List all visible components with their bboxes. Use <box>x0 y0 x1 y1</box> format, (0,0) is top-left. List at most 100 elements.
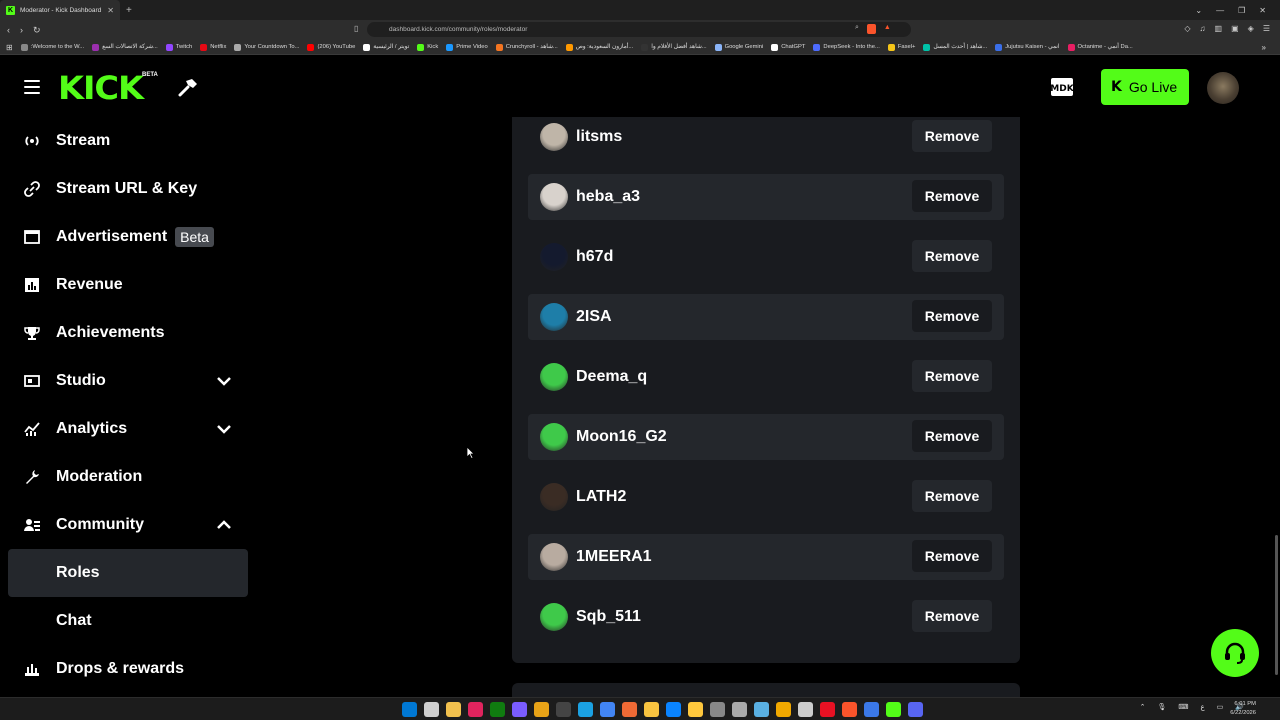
avatar[interactable] <box>540 543 568 571</box>
clock[interactable]: 6:01 PM 6/22/2026 <box>1230 700 1256 718</box>
username[interactable]: LATH2 <box>576 488 626 506</box>
tray-chevron-icon[interactable]: ⌃ <box>1140 703 1146 711</box>
reload-icon[interactable]: ↻ <box>33 25 41 36</box>
bookmark-item[interactable]: أمازون السعودية: وص... <box>565 43 633 51</box>
sidebar-item-advertisement[interactable]: Advertisement Beta <box>8 213 248 261</box>
brave-shields-icon[interactable] <box>866 24 876 34</box>
taskbar-app-icon[interactable] <box>402 702 417 717</box>
maximize-icon[interactable]: ❐ <box>1238 6 1245 15</box>
taskbar-app-icon[interactable] <box>908 702 923 717</box>
avatar[interactable] <box>540 423 568 451</box>
username[interactable]: Sqb_511 <box>576 608 641 626</box>
username[interactable]: 1MEERA1 <box>576 548 652 566</box>
avatar[interactable] <box>540 483 568 511</box>
sidebar-item-stream[interactable]: Stream <box>8 117 248 165</box>
bookmark-item[interactable]: :Welcome to the W... <box>20 43 84 51</box>
sidebar-item-drops-rewards[interactable]: Drops & rewards <box>8 645 248 693</box>
taskbar-app-icon[interactable] <box>490 702 505 717</box>
profile-avatar[interactable] <box>1207 72 1239 104</box>
bookmarks-overflow-icon[interactable]: » <box>1262 43 1266 52</box>
username[interactable]: h67d <box>576 248 613 266</box>
keyboard-icon[interactable]: ⌨ <box>1178 703 1188 711</box>
avatar[interactable] <box>540 183 568 211</box>
username[interactable]: 2ISA <box>576 308 612 326</box>
sidebar-item-moderation[interactable]: Moderation <box>8 453 248 501</box>
sidebar-item-stream-url-key[interactable]: Stream URL & Key <box>8 165 248 213</box>
microphone-icon[interactable]: 🎙 <box>1157 703 1166 711</box>
taskbar-app-icon[interactable] <box>688 702 703 717</box>
taskbar-app-icon[interactable] <box>644 702 659 717</box>
remove-button[interactable]: Remove <box>912 300 992 332</box>
sidebar-item-achievements[interactable]: Achievements <box>8 309 248 357</box>
sidebar-item-studio[interactable]: Studio <box>8 357 248 405</box>
sidebar-item-community[interactable]: Community <box>8 501 248 549</box>
bookmark-item[interactable]: Jujutsu Kaisen - انمي <box>995 43 1060 51</box>
tab-search-icon[interactable]: ⌄ <box>1195 6 1202 15</box>
username[interactable]: Deema_q <box>576 368 647 386</box>
hammer-icon[interactable] <box>178 78 198 98</box>
bookmark-item[interactable]: Fasel+ <box>887 43 915 51</box>
taskbar-app-icon[interactable] <box>776 702 791 717</box>
bookmark-item[interactable]: ChatGPT <box>771 43 805 51</box>
sidebar-item-chat[interactable]: Chat <box>8 597 248 645</box>
username[interactable]: Moon16_G2 <box>576 428 667 446</box>
bookmark-item[interactable]: شاهد | أحدث المسل... <box>923 43 987 51</box>
mdk-logo-icon[interactable]: MDK <box>1051 78 1073 96</box>
remove-button[interactable]: Remove <box>912 180 992 212</box>
username[interactable]: heba_a3 <box>576 188 640 206</box>
bookmark-item[interactable]: (206) YouTube <box>307 43 355 51</box>
vpn-icon[interactable]: ◈ <box>1248 24 1254 33</box>
extensions-icon[interactable]: ◇ <box>1184 24 1190 33</box>
bookmark-item[interactable]: Crunchyroll - شاهد... <box>495 43 558 51</box>
taskbar-app-icon[interactable] <box>446 702 461 717</box>
remove-button[interactable]: Remove <box>912 420 992 452</box>
remove-button[interactable]: Remove <box>912 360 992 392</box>
avatar[interactable] <box>540 243 568 271</box>
hamburger-icon[interactable] <box>24 80 40 94</box>
taskbar-app-icon[interactable] <box>512 702 527 717</box>
avatar[interactable] <box>540 363 568 391</box>
apps-grid-icon[interactable]: ⊞ <box>6 43 13 52</box>
bookmark-item[interactable]: Google Gemini <box>714 43 763 51</box>
taskbar-app-icon[interactable] <box>556 702 571 717</box>
url-field[interactable]: dashboard.kick.com/community/roles/moder… <box>367 22 911 37</box>
bookmark-item[interactable]: DeepSeek - Into the... <box>813 43 880 51</box>
remove-button[interactable]: Remove <box>912 600 992 632</box>
taskbar-app-icon[interactable] <box>468 702 483 717</box>
taskbar-app-icon[interactable] <box>666 702 681 717</box>
avatar[interactable] <box>540 303 568 331</box>
close-window-icon[interactable]: ✕ <box>1259 6 1266 15</box>
remove-button[interactable]: Remove <box>912 540 992 572</box>
media-icon[interactable]: ♫ <box>1200 24 1206 33</box>
bookmark-item[interactable]: تويتر / الرئيسية <box>363 43 409 51</box>
bookmark-item[interactable]: Octanime - أنمي Da... <box>1067 43 1133 51</box>
go-live-button[interactable]: K Go Live <box>1101 69 1189 105</box>
brave-rewards-icon[interactable]: ▲ <box>884 24 891 34</box>
taskbar-app-icon[interactable] <box>798 702 813 717</box>
bookmark-item[interactable]: Kick <box>417 43 438 51</box>
taskbar-app-icon[interactable] <box>886 702 901 717</box>
zoom-icon[interactable]: ⌕ <box>855 24 859 34</box>
kick-logo[interactable]: KICK <box>58 70 144 106</box>
bookmark-item[interactable]: Your Countdown To... <box>234 43 299 51</box>
bookmark-item[interactable]: شركة الاتصالات السع... <box>92 43 158 51</box>
taskbar-app-icon[interactable] <box>534 702 549 717</box>
browser-tab[interactable]: K Moderator - Kick Dashboard ✕ <box>0 0 120 20</box>
sidebar-icon[interactable]: ▥ <box>1215 24 1223 33</box>
sidebar-item-roles[interactable]: Roles <box>8 549 248 597</box>
chevron-up-icon[interactable] <box>216 517 232 538</box>
close-tab-icon[interactable]: ✕ <box>107 6 114 15</box>
scrollbar[interactable] <box>1275 535 1278 675</box>
bookmark-item[interactable]: Twitch <box>165 43 192 51</box>
language-indicator[interactable]: ع <box>1200 703 1204 711</box>
forward-icon[interactable]: › <box>20 25 23 36</box>
taskbar-app-icon[interactable] <box>578 702 593 717</box>
taskbar-app-icon[interactable] <box>622 702 637 717</box>
bookmark-item[interactable]: شاهد أفضل الأفلام وا... <box>641 43 707 51</box>
chevron-down-icon[interactable] <box>216 373 232 394</box>
remove-button[interactable]: Remove <box>912 120 992 152</box>
wallet-icon[interactable]: ▣ <box>1231 24 1239 33</box>
bookmark-item[interactable]: Prime Video <box>446 43 488 51</box>
taskbar-app-icon[interactable] <box>424 702 439 717</box>
new-tab-icon[interactable]: + <box>126 5 132 16</box>
